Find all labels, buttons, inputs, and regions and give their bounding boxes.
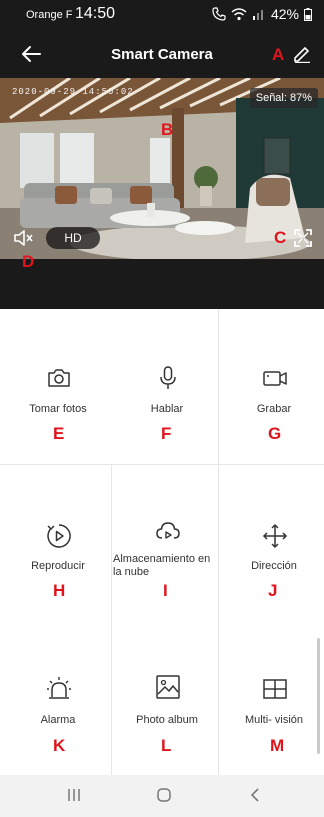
back-icon[interactable]: [248, 787, 264, 803]
status-icons: 42%: [212, 6, 312, 22]
tile-label: Reproducir: [31, 560, 85, 572]
tile-label: Almacenamiento en la nube: [113, 553, 211, 578]
quality-hd-button[interactable]: HD: [46, 227, 100, 249]
signal-strength-badge: Señal: 87%: [249, 88, 318, 108]
carrier-name: Orange F: [26, 9, 73, 21]
tile-label: Alarma: [40, 714, 76, 726]
annotation-k: K: [53, 736, 66, 755]
tile-label: Grabar: [256, 403, 292, 415]
camera-icon: [48, 369, 70, 387]
annotation-m: M: [270, 736, 285, 755]
tile-label: Dirección: [251, 560, 297, 572]
edit-icon[interactable]: [293, 45, 311, 63]
annotation-i: I: [163, 581, 168, 600]
fullscreen-icon[interactable]: [293, 228, 313, 248]
annotation-d: D: [22, 252, 35, 271]
battery-percent: 42%: [270, 6, 299, 22]
home-icon[interactable]: [156, 787, 172, 803]
annotation-b: B: [161, 120, 174, 139]
microphone-icon: [160, 366, 176, 389]
multi-view-icon: [263, 679, 287, 699]
status-bar: Orange F 14:50 42%: [0, 0, 324, 30]
alarm-siren-icon: [47, 677, 71, 699]
system-nav-bar: [0, 775, 324, 817]
video-record-icon: [263, 371, 287, 386]
annotation-a: A: [272, 45, 285, 64]
tile-label: Photo album: [136, 714, 198, 726]
video-timestamp: 2020-09-29 14:50:02: [12, 87, 134, 97]
annotation-f: F: [161, 424, 172, 443]
recent-apps-icon[interactable]: [66, 787, 82, 803]
cloud-play-icon: [156, 522, 180, 539]
annotation-c: C: [274, 228, 287, 247]
annotation-j: J: [268, 581, 278, 600]
status-time: 14:50: [75, 5, 116, 22]
direction-arrows-icon: [262, 523, 288, 549]
signal-icon: [252, 10, 263, 20]
annotation-h: H: [53, 581, 66, 600]
playback-icon: [47, 524, 71, 548]
video-footer-strip: [0, 259, 324, 309]
tile-label: Multi- visión: [244, 714, 304, 726]
tile-label: Tomar fotos: [29, 403, 87, 415]
scrollbar[interactable]: [317, 638, 320, 754]
speaker-muted-icon[interactable]: [12, 228, 36, 248]
tile-label: Hablar: [150, 403, 184, 415]
annotation-e: E: [53, 424, 65, 443]
wifi-icon: [231, 7, 247, 20]
annotation-g: G: [268, 424, 282, 443]
annotation-l: L: [161, 736, 172, 755]
call-icon: [212, 7, 226, 21]
control-grid: Tomar fotos Hablar Grabar Reproducir Alm…: [0, 309, 324, 775]
image-icon: [156, 675, 180, 699]
battery-icon: [304, 7, 312, 21]
